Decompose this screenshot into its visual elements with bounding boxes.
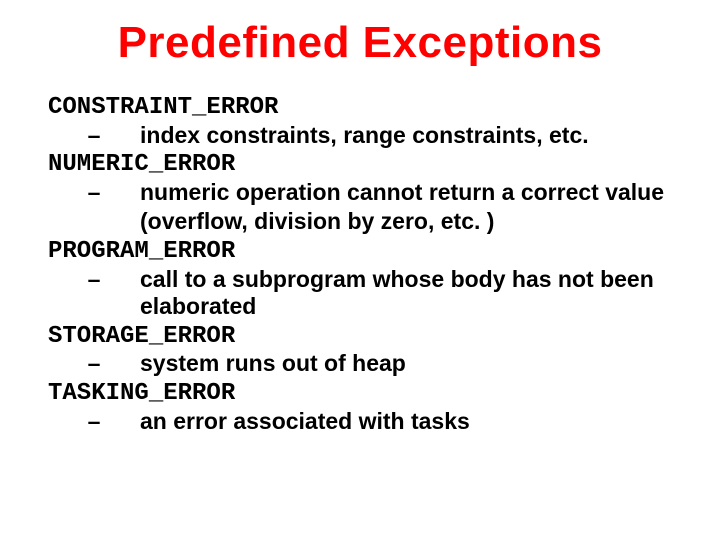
exception-desc: – system runs out of heap [48,350,672,378]
desc-text: index constraints, range constraints, et… [140,122,672,150]
desc-text: an error associated with tasks [140,408,672,436]
item-tasking-error: TASKING_ERROR – an error associated with… [48,380,672,435]
item-program-error: PROGRAM_ERROR – call to a subprogram who… [48,238,672,321]
exception-name: CONSTRAINT_ERROR [48,94,672,122]
exception-name: NUMERIC_ERROR [48,151,672,179]
bullet-dash-icon: – [48,350,140,378]
item-constraint-error: CONSTRAINT_ERROR – index constraints, ra… [48,94,672,149]
item-storage-error: STORAGE_ERROR – system runs out of heap [48,323,672,378]
desc-text: system runs out of heap [140,350,672,378]
exception-desc: – index constraints, range constraints, … [48,122,672,150]
exception-desc: – an error associated with tasks [48,408,672,436]
exception-name: PROGRAM_ERROR [48,238,672,266]
bullet-dash-icon: – [48,266,140,321]
exception-name: STORAGE_ERROR [48,323,672,351]
desc-text: call to a subprogram whose body has not … [140,266,672,321]
exception-desc: – numeric operation cannot return a corr… [48,179,672,207]
desc-text: (overflow, division by zero, etc. ) [140,208,672,236]
slide: Predefined Exceptions CONSTRAINT_ERROR –… [0,0,720,540]
bullet-dash-icon: – [48,179,140,207]
item-numeric-error: NUMERIC_ERROR – numeric operation cannot… [48,151,672,236]
exception-desc-cont: (overflow, division by zero, etc. ) [48,208,672,236]
bullet-dash-icon: – [48,408,140,436]
bullet-spacer [48,208,140,236]
desc-text: numeric operation cannot return a correc… [140,179,672,207]
slide-title: Predefined Exceptions [48,18,672,68]
bullet-dash-icon: – [48,122,140,150]
exception-name: TASKING_ERROR [48,380,672,408]
exception-desc: – call to a subprogram whose body has no… [48,266,672,321]
